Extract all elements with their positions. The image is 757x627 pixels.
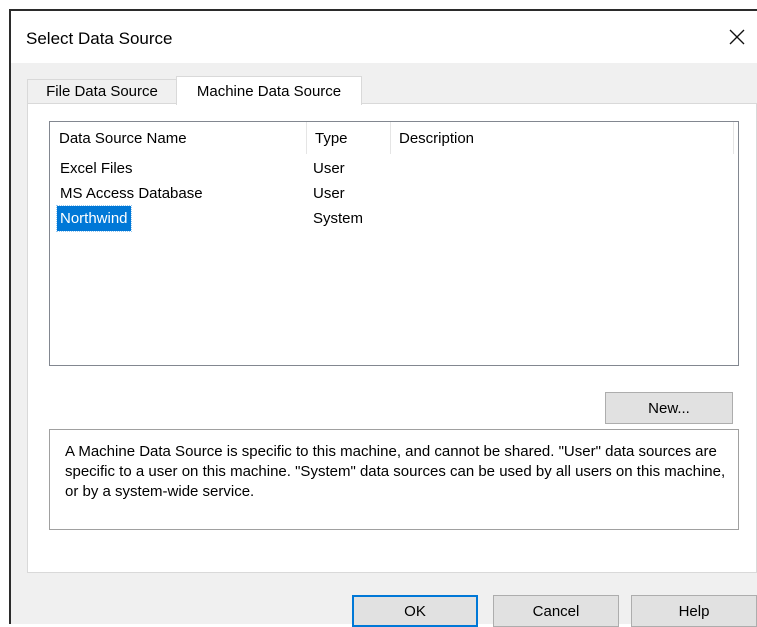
row-name: MS Access Database <box>60 185 203 202</box>
column-header-type[interactable]: Type <box>306 122 391 154</box>
ok-button[interactable]: OK <box>352 595 478 627</box>
row-name: Excel Files <box>60 160 133 177</box>
column-header-description[interactable]: Description <box>390 122 734 154</box>
title-bar: Select Data Source <box>11 11 757 63</box>
dialog-client-area: File Data Source Machine Data Source Dat… <box>11 63 757 627</box>
list-row-northwind[interactable]: Northwind System <box>50 205 738 232</box>
row-name: Northwind <box>56 205 132 232</box>
list-header: Data Source Name Type Description <box>50 122 738 154</box>
select-data-source-dialog: Select Data Source File Data Source Mach… <box>9 9 757 627</box>
close-button[interactable] <box>715 11 757 63</box>
column-header-data-source-name[interactable]: Data Source Name <box>50 122 307 154</box>
cancel-button[interactable]: Cancel <box>493 595 619 627</box>
list-row-excel-files[interactable]: Excel Files User <box>50 156 738 181</box>
tab-machine-data-source[interactable]: Machine Data Source <box>176 76 362 105</box>
list-row-ms-access-database[interactable]: MS Access Database User <box>50 181 738 206</box>
row-type: User <box>313 160 345 177</box>
row-type: System <box>313 210 364 227</box>
close-icon <box>729 29 745 45</box>
new-button[interactable]: New... <box>605 392 733 424</box>
row-type: User <box>313 185 345 202</box>
dialog-title: Select Data Source <box>26 29 173 48</box>
data-source-list[interactable]: Data Source Name Type Description Excel … <box>49 121 739 366</box>
description-box: A Machine Data Source is specific to thi… <box>49 429 739 530</box>
help-button[interactable]: Help <box>631 595 757 627</box>
tab-file-data-source[interactable]: File Data Source <box>27 79 177 103</box>
tab-panel-machine-data-source: Data Source Name Type Description Excel … <box>27 103 757 573</box>
